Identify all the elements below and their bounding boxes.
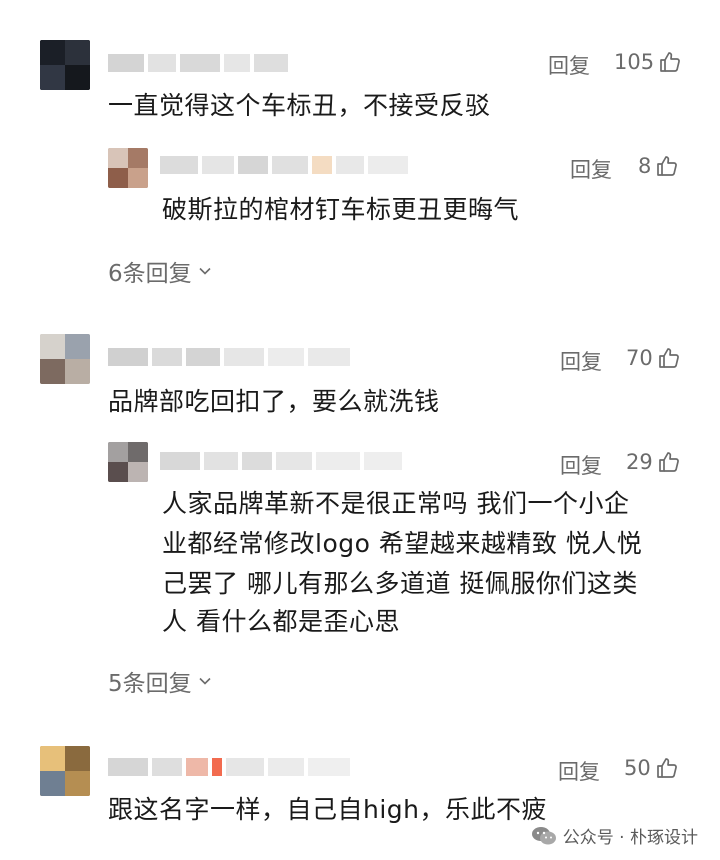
like-count: 70 [626, 346, 653, 370]
like-button[interactable]: 29 [626, 450, 681, 474]
reply-text-line: 己罢了 哪儿有那么多道道 挺佩服你们这类 [162, 569, 638, 598]
reply-text-line: 业都经常修改logo 希望越来越精致 悦人悦 [162, 529, 643, 558]
reply-text-line: 人家品牌革新不是很正常吗 我们一个小企 [162, 489, 630, 518]
avatar[interactable] [108, 442, 148, 482]
avatar[interactable] [40, 334, 90, 384]
comment-text: 跟这名字一样，自己自high，乐此不疲 [108, 795, 548, 824]
view-more-replies-button[interactable]: 6条回复 [108, 254, 212, 288]
like-count: 8 [638, 154, 652, 178]
like-button[interactable]: 70 [626, 346, 681, 370]
chevron-down-icon [199, 677, 211, 685]
comment-text: 品牌部吃回扣了，要么就洗钱 [108, 387, 440, 416]
like-count: 50 [624, 756, 651, 780]
reply-button[interactable]: 回复 [560, 346, 602, 376]
avatar[interactable] [40, 746, 90, 796]
thumbs-up-icon [660, 52, 680, 72]
view-more-replies-button[interactable]: 5条回复 [108, 664, 212, 698]
username-blurred[interactable] [160, 452, 406, 470]
thumbs-up-icon [658, 348, 679, 368]
reply-button[interactable]: 回复 [558, 756, 600, 786]
more-replies-label: 6条回复 [108, 261, 192, 287]
reply-text: 破斯拉的棺材钉车标更丑更晦气 [162, 195, 520, 224]
comment-text: 一直觉得这个车标丑，不接受反驳 [108, 91, 491, 120]
username-blurred[interactable] [108, 348, 354, 366]
like-button[interactable]: 105 [614, 50, 682, 74]
wechat-icon [531, 826, 556, 844]
thumbs-up-icon [658, 452, 679, 472]
avatar[interactable] [108, 148, 148, 188]
reply-button[interactable]: 回复 [570, 154, 612, 184]
username-blurred[interactable] [108, 758, 354, 776]
like-count: 105 [614, 50, 655, 74]
avatar[interactable] [40, 40, 90, 90]
username-blurred[interactable] [160, 156, 412, 174]
reply-button[interactable]: 回复 [560, 450, 602, 480]
more-replies-label: 5条回复 [108, 671, 192, 697]
like-button[interactable]: 8 [638, 154, 679, 178]
watermark: 公众号 · 朴琢设计 [531, 823, 698, 848]
chevron-down-icon [199, 267, 211, 275]
like-count: 29 [626, 450, 653, 474]
reply-button[interactable]: 回复 [548, 50, 590, 80]
reply-text-line: 人 看什么都是歪心思 [162, 607, 400, 636]
thumbs-up-icon [657, 156, 678, 176]
watermark-text: 公众号 · 朴琢设计 [562, 828, 698, 848]
like-button[interactable]: 50 [624, 756, 679, 780]
thumbs-up-icon [656, 758, 677, 778]
username-blurred[interactable] [108, 54, 292, 72]
